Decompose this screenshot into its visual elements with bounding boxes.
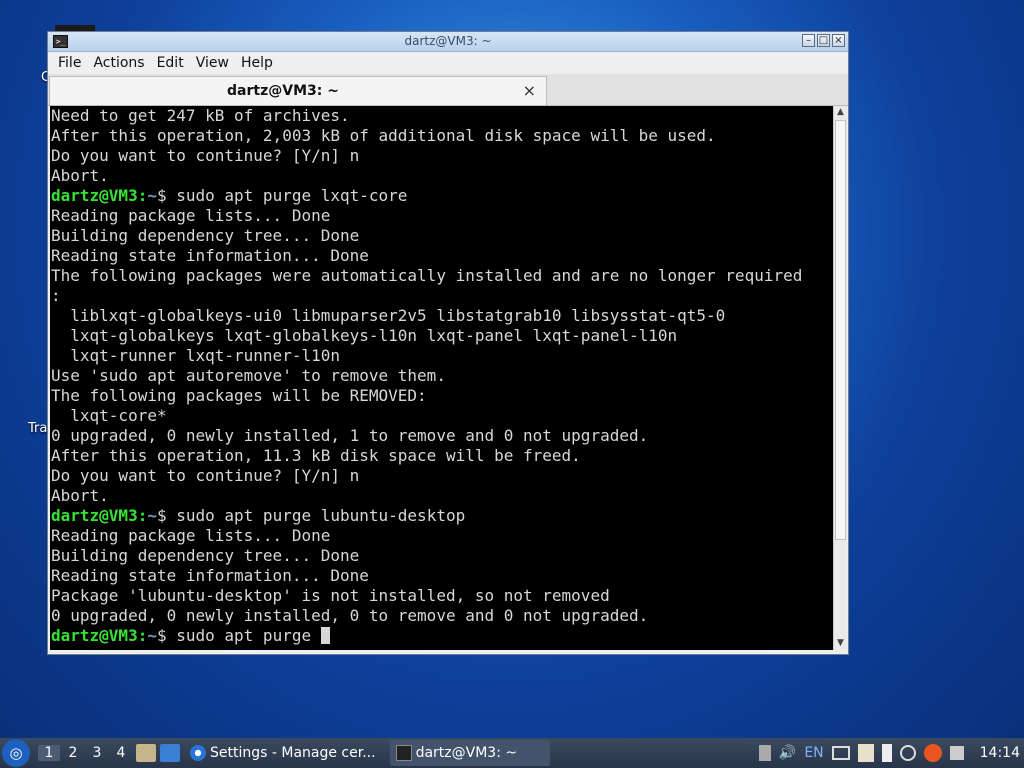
terminal-command-line: dartz@VM3:~$ sudo apt purge lubuntu-desk… — [50, 506, 834, 526]
tab-title: dartz@VM3: ~ — [227, 83, 339, 99]
vertical-scrollbar[interactable]: ▲ ▼ — [833, 106, 847, 650]
terminal-output-line: Need to get 247 kB of archives. — [51, 106, 350, 125]
scroll-up-icon[interactable]: ▲ — [834, 106, 847, 119]
ubuntu-icon[interactable] — [923, 744, 942, 762]
terminal-output-line: Abort. — [51, 486, 109, 505]
command-text: $ sudo apt purge — [156, 626, 321, 645]
menu-view[interactable]: View — [190, 55, 235, 71]
terminal-output-line: 0 upgraded, 0 newly installed, 1 to remo… — [51, 426, 649, 445]
terminal-output[interactable]: Need to get 247 kB of archives. After thi… — [50, 106, 834, 650]
terminal-output-line: Do you want to continue? [Y/n] n — [51, 466, 360, 485]
scroll-down-icon[interactable]: ▼ — [834, 637, 847, 650]
prompt-path: ~ — [147, 506, 157, 525]
start-menu-icon[interactable]: ◎ — [2, 739, 30, 767]
task-settings-label: Settings - Manage cer... — [210, 745, 376, 761]
task-terminal[interactable]: dartz@VM3: ~ — [389, 740, 550, 766]
prompt-path: ~ — [147, 626, 157, 645]
terminal-output-line: Package 'lubuntu-desktop' is not install… — [51, 586, 610, 605]
terminal-output-line: : — [51, 286, 61, 305]
terminal-output-line: Reading state information... Done — [51, 566, 369, 585]
network-icon[interactable] — [831, 746, 850, 760]
show-desktop-icon[interactable] — [160, 744, 180, 762]
terminal-output-line: 0 upgraded, 0 newly installed, 0 to remo… — [51, 606, 649, 625]
window-title: dartz@VM3: ~ — [404, 34, 492, 48]
terminal-command-line: dartz@VM3:~$ sudo apt purge lxqt-core — [50, 186, 834, 206]
terminal-output-line: Reading package lists... Done — [51, 206, 331, 225]
terminal-output-line: lxqt-runner lxqt-runner-l10n — [51, 346, 340, 365]
terminal-window[interactable]: >_ dartz@VM3: ~ – □ × File Actions Edit … — [47, 31, 849, 655]
desktop-switch-3[interactable]: 3 — [86, 745, 108, 761]
task-settings[interactable]: Settings - Manage cer... — [184, 740, 382, 766]
clock[interactable]: 14:14 — [980, 745, 1020, 761]
update-icon[interactable] — [899, 745, 916, 761]
terminal-output-line: Reading state information... Done — [51, 246, 369, 265]
desktop-switch-1[interactable]: 1 — [38, 745, 60, 761]
minimize-button[interactable]: – — [802, 34, 815, 47]
menu-edit[interactable]: Edit — [151, 55, 190, 71]
terminal-command-line: dartz@VM3:~$ sudo apt purge — [50, 626, 834, 646]
terminal-output-line: Use 'sudo apt autoremove' to remove them… — [51, 366, 446, 385]
terminal-output-line: Do you want to continue? [Y/n] n — [51, 146, 360, 165]
terminal-icon — [395, 745, 412, 761]
system-tray: 🔊 EN 14:14 — [751, 738, 1024, 768]
command-text: $ sudo apt purge lxqt-core — [156, 186, 408, 205]
clipboard-icon[interactable] — [857, 744, 874, 762]
close-button[interactable]: × — [832, 34, 845, 47]
menu-help[interactable]: Help — [235, 55, 279, 71]
terminal-output-line: The following packages were automaticall… — [51, 266, 803, 285]
terminal-output-line: Building dependency tree... Done — [51, 226, 360, 245]
eject-icon[interactable] — [758, 745, 771, 761]
scrollbar-thumb[interactable] — [835, 120, 846, 540]
desktop-switch-4[interactable]: 4 — [110, 745, 132, 761]
taskbar: ◎ 1 2 3 4 Settings - Manage cer... dartz… — [0, 738, 1024, 768]
terminal-output-line: After this operation, 2,003 kB of additi… — [51, 126, 716, 145]
menu-actions[interactable]: Actions — [87, 55, 150, 71]
text-cursor — [320, 627, 330, 644]
menu-file[interactable]: File — [52, 55, 87, 71]
terminal-output-line: Building dependency tree... Done — [51, 546, 360, 565]
menu-bar: File Actions Edit View Help — [48, 52, 848, 74]
file-manager-icon[interactable] — [136, 744, 156, 762]
terminal-output-line: After this operation, 11.3 kB disk space… — [51, 446, 581, 465]
terminal-output-line: liblxqt-globalkeys-ui0 libmuparser2v5 li… — [51, 306, 726, 325]
prompt-user: dartz@VM3: — [51, 186, 148, 205]
volume-icon[interactable]: 🔊 — [779, 745, 796, 761]
tab-terminal[interactable]: dartz@VM3: ~ × — [49, 76, 547, 105]
prompt-user: dartz@VM3: — [51, 626, 148, 645]
notification-icon[interactable] — [949, 746, 964, 760]
maximize-button[interactable]: □ — [817, 34, 830, 47]
command-text: $ sudo apt purge lubuntu-desktop — [156, 506, 466, 525]
chromium-icon — [190, 745, 206, 761]
terminal-output-line: lxqt-globalkeys lxqt-globalkeys-l10n lxq… — [51, 326, 678, 345]
keyboard-layout[interactable]: EN — [804, 745, 823, 761]
tab-close-icon[interactable]: × — [523, 81, 536, 100]
terminal-output-line: Abort. — [51, 166, 109, 185]
tab-bar: dartz@VM3: ~ × — [48, 74, 848, 106]
terminal-output-line: Reading package lists... Done — [51, 526, 331, 545]
desktop-switch-2[interactable]: 2 — [62, 745, 84, 761]
window-titlebar[interactable]: >_ dartz@VM3: ~ – □ × — [48, 32, 848, 52]
terminal-output-line: lxqt-core* — [51, 406, 167, 425]
task-terminal-label: dartz@VM3: ~ — [415, 745, 518, 761]
battery-icon[interactable] — [881, 744, 892, 762]
desktop-icon-label-trash[interactable]: Tra — [28, 421, 47, 436]
prompt-path: ~ — [147, 186, 157, 205]
terminal-output-line: The following packages will be REMOVED: — [51, 386, 427, 405]
prompt-user: dartz@VM3: — [51, 506, 148, 525]
